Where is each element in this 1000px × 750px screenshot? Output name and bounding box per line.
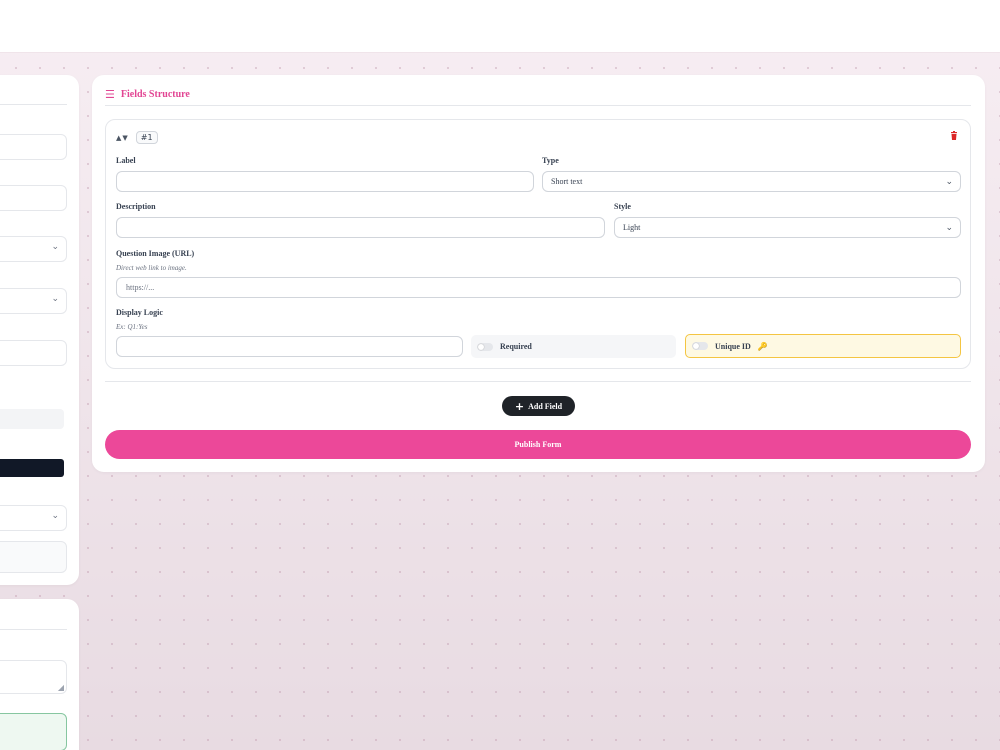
- settings-select-3[interactable]: ⌄: [0, 505, 67, 531]
- description-field-label: Description: [116, 202, 156, 211]
- chevron-down-icon: ⌄: [945, 177, 953, 187]
- style-select[interactable]: Light ⌄: [614, 217, 961, 238]
- settings-input-1[interactable]: [0, 134, 67, 160]
- unique-id-label: Unique ID: [715, 341, 751, 351]
- style-field-label: Style: [614, 202, 631, 211]
- settings-info-strip: [0, 409, 64, 429]
- settings-input-2[interactable]: [0, 185, 67, 211]
- chevron-down-icon: ⌄: [51, 294, 59, 304]
- settings-dark-button[interactable]: [0, 459, 64, 477]
- display-logic-input[interactable]: [116, 336, 463, 357]
- required-switch[interactable]: [477, 342, 493, 351]
- fields-structure-card: ☰ Fields Structure ▲▼ #1 Label Type Shor…: [92, 75, 985, 472]
- unique-id-toggle-box[interactable]: Unique ID 🔑: [685, 334, 961, 358]
- list-icon: ☰: [105, 88, 115, 101]
- unique-id-switch[interactable]: [692, 342, 708, 350]
- type-field-label: Type: [542, 156, 559, 165]
- publish-form-button[interactable]: Publish Form: [105, 430, 971, 459]
- actions-divider: [105, 381, 971, 382]
- image-url-field-label: Question Image (URL): [116, 249, 195, 258]
- field-card: ▲▼ #1 Label Type Short text ⌄ Descriptio…: [105, 119, 971, 369]
- required-label: Required: [500, 342, 532, 351]
- image-url-input[interactable]: https://...: [116, 277, 961, 298]
- description-input[interactable]: [116, 217, 605, 238]
- secondary-success-box[interactable]: [0, 713, 67, 750]
- display-logic-hint: Ex: Q1:Yes: [116, 323, 148, 331]
- panel-divider: [0, 629, 67, 630]
- add-field-button[interactable]: + Add Field: [502, 396, 575, 416]
- chevron-down-icon: ⌄: [51, 511, 59, 521]
- image-url-hint: Direct web link to image.: [116, 264, 187, 272]
- field-index-badge: #1: [135, 131, 158, 144]
- settings-select-1[interactable]: ⌄: [0, 236, 67, 262]
- type-select-value: Short text: [551, 177, 583, 186]
- secondary-textarea[interactable]: ◢: [0, 660, 67, 694]
- title-divider: [105, 105, 971, 106]
- chevron-down-icon: ⌄: [51, 242, 59, 252]
- add-field-label: Add Field: [528, 401, 563, 411]
- section-title-text: Fields Structure: [120, 89, 190, 100]
- key-icon: 🔑: [757, 341, 768, 351]
- secondary-panel: ◢: [0, 599, 79, 750]
- settings-input-3[interactable]: [0, 340, 67, 366]
- top-bar: [0, 0, 1000, 53]
- publish-form-label: Publish Form: [514, 440, 562, 449]
- settings-select-2[interactable]: ⌄: [0, 288, 67, 314]
- display-logic-field-label: Display Logic: [116, 308, 163, 317]
- panel-divider: [0, 104, 67, 105]
- settings-field[interactable]: [0, 541, 67, 573]
- plus-icon: +: [514, 399, 525, 413]
- reorder-arrows: ▲▼: [116, 134, 129, 142]
- trash-icon[interactable]: [948, 130, 960, 142]
- field-card-header: ▲▼ #1: [116, 131, 158, 144]
- move-down-icon[interactable]: ▼: [122, 134, 128, 142]
- chevron-down-icon: ⌄: [945, 223, 953, 233]
- type-select[interactable]: Short text ⌄: [542, 171, 961, 192]
- label-field-label: Label: [116, 156, 136, 165]
- required-toggle-box[interactable]: Required: [471, 335, 676, 358]
- style-select-value: Light: [623, 223, 641, 232]
- settings-panel: ⌄ ⌄ ⌄: [0, 75, 79, 585]
- resize-grip-icon[interactable]: ◢: [58, 683, 64, 692]
- label-input[interactable]: [116, 171, 534, 192]
- section-title: ☰ Fields Structure: [105, 88, 190, 101]
